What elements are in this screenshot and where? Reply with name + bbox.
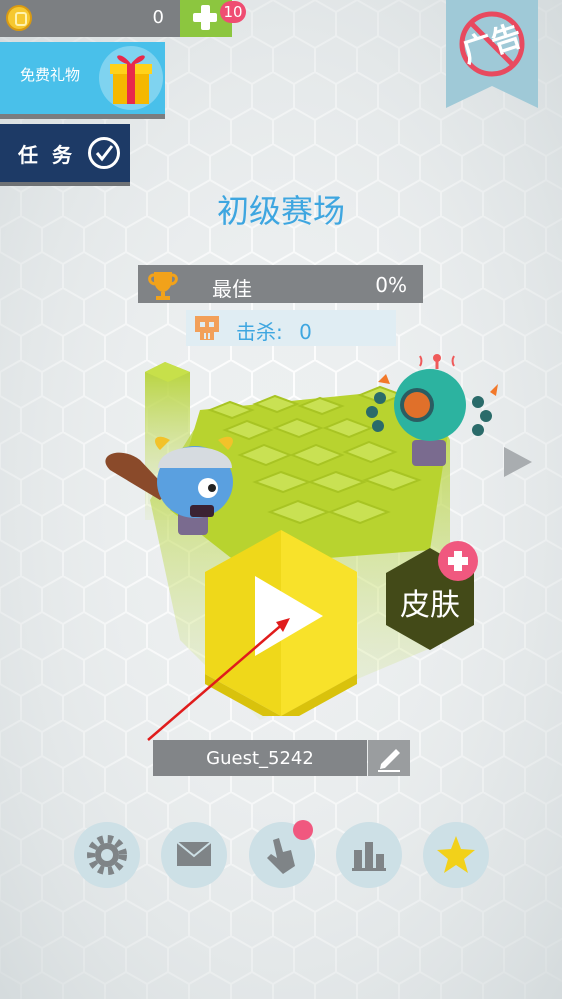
player-name: Guest_5242 — [206, 748, 314, 769]
free-gift-button[interactable]: 免费礼物 — [0, 42, 165, 119]
mail-button[interactable] — [161, 822, 227, 888]
coin-icon — [6, 5, 32, 31]
settings-button[interactable] — [74, 822, 140, 888]
edit-name-button[interactable] — [368, 740, 410, 776]
leaderboard-icon — [352, 842, 386, 871]
free-gift-label: 免费礼物 — [20, 66, 81, 84]
trophy-icon — [148, 272, 178, 300]
star-icon — [437, 836, 475, 873]
best-value: 0% — [375, 273, 407, 297]
mail-icon — [176, 841, 212, 866]
notification-dot — [293, 820, 313, 840]
skins-plus-badge — [438, 541, 478, 581]
coin-counter: 0 — [0, 0, 180, 37]
gear-icon — [87, 835, 127, 875]
coin-value: 0 — [152, 7, 164, 28]
player-name-field[interactable]: Guest_5242 — [153, 740, 367, 776]
arena-title: 初级赛场 — [216, 192, 345, 230]
annotation-arrow — [147, 618, 290, 741]
best-score-bar: 最佳 0% — [138, 265, 423, 303]
quest-button[interactable]: 任务 — [0, 124, 130, 186]
no-ads-button[interactable]: 广告 — [446, 0, 538, 108]
quest-label: 任务 — [18, 143, 86, 167]
gift-box-icon — [99, 46, 163, 110]
rate-button[interactable] — [423, 822, 489, 888]
next-arena-arrow[interactable] — [500, 445, 534, 479]
skins-label: 皮肤 — [400, 588, 460, 623]
check-icon — [88, 137, 120, 169]
leaderboard-button[interactable] — [336, 822, 402, 888]
best-label: 最佳 — [212, 277, 252, 301]
pencil-icon — [378, 749, 400, 772]
add-coins-badge: 10 — [220, 1, 246, 23]
